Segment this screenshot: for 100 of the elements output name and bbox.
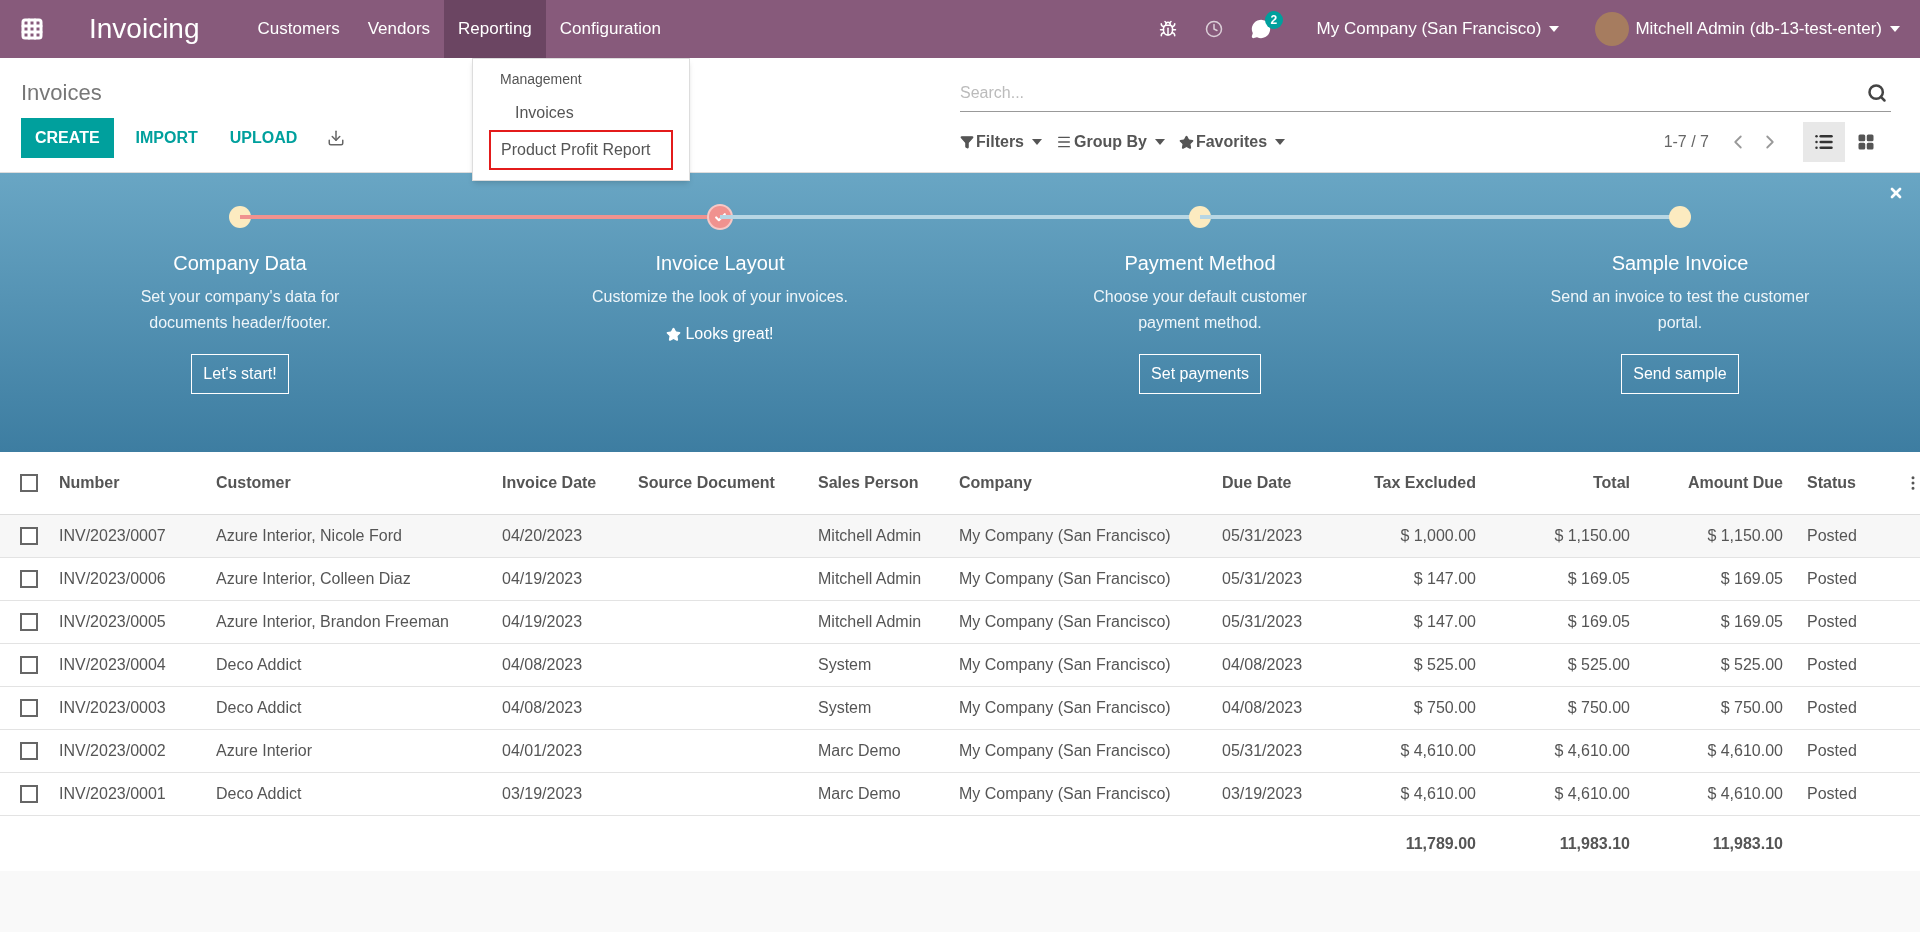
checkbox[interactable] — [20, 656, 38, 674]
table-cell-text: $ 169.05 — [1719, 612, 1784, 632]
checkbox[interactable] — [20, 699, 38, 717]
table-cell-text: Mitchell Admin — [817, 612, 923, 632]
table-cell-text: 04/19/2023 — [501, 612, 584, 632]
column-header[interactable]: Tax Excluded — [1330, 471, 1488, 495]
table-cell-text: Posted — [1806, 784, 1858, 804]
table-cell-text: $ 525.00 — [1719, 655, 1784, 675]
table-cell-text: $ 750.00 — [1566, 698, 1631, 718]
column-header[interactable]: Source Document — [626, 471, 806, 495]
checkbox[interactable] — [20, 785, 38, 803]
table-cell-text: 03/19/2023 — [1221, 784, 1304, 804]
column-header[interactable]: Due Date — [1210, 471, 1330, 495]
step-action-button[interactable]: Send sample — [1621, 354, 1739, 394]
search-filter-toggle[interactable]: Favorites — [1178, 130, 1286, 154]
table-cell-text: $ 4,610.00 — [1706, 784, 1784, 804]
menu-item[interactable]: Customers — [243, 0, 354, 58]
clock-icon[interactable] — [1204, 20, 1223, 38]
column-header[interactable]: Number — [47, 471, 204, 495]
column-total: 11,983.10 — [1558, 833, 1631, 854]
step-title: Payment Method — [1124, 251, 1276, 276]
table-cell-text: My Company (San Francisco) — [958, 698, 1172, 718]
column-total: 11,789.00 — [1404, 833, 1477, 854]
table-cell-text: My Company (San Francisco) — [958, 526, 1172, 546]
list-icon — [1814, 132, 1834, 152]
menu-item[interactable]: Configuration — [545, 0, 675, 58]
column-header[interactable]: Sales Person — [806, 471, 947, 495]
table-cell-text: $ 147.00 — [1412, 612, 1477, 632]
table-cell-text: $ 1,000.00 — [1399, 526, 1477, 546]
dropdown-item[interactable]: Invoices — [473, 98, 689, 128]
bug-icon[interactable] — [1158, 20, 1177, 38]
checkbox[interactable] — [20, 742, 38, 760]
message-count-badge: 2 — [1264, 11, 1284, 29]
search-icon[interactable] — [1867, 83, 1887, 103]
menu-item[interactable]: Vendors — [353, 0, 445, 58]
dropdown-header: Management — [499, 70, 583, 89]
step-description: Choose your default customer payment method. — [1092, 287, 1308, 333]
table-cell-text: $ 4,610.00 — [1706, 741, 1784, 761]
step-action-button[interactable]: Set payments — [1139, 354, 1261, 394]
table-cell-text: $ 147.00 — [1412, 569, 1477, 589]
table-row[interactable]: INV/2023/0007 Azure Interior, Nicole Ford 04/20/2023 Mitchell Admin My Company (San Francisco) 05/31/2023 $ 1,000.00 $ 1,150.00 $ 1,150.00 Posted — [0, 515, 1920, 558]
table-cell-text: My Company (San Francisco) — [958, 655, 1172, 675]
table-cell-text: 05/31/2023 — [1221, 526, 1304, 546]
chat-icon[interactable] — [1250, 19, 1271, 39]
table-cell-text: Posted — [1806, 741, 1858, 761]
search-filter-toggle[interactable]: Group By — [1056, 130, 1165, 154]
table-cell-text: $ 4,610.00 — [1399, 741, 1477, 761]
table-cell-text: INV/2023/0003 — [58, 698, 167, 718]
list-view-button[interactable] — [1803, 122, 1845, 162]
step-description: Send an invoice to test the customer portal. — [1549, 287, 1811, 333]
column-header[interactable]: Status — [1795, 471, 1900, 495]
table-cell-text: $ 169.05 — [1719, 569, 1784, 589]
star-icon — [1178, 134, 1194, 150]
table-cell-text: Deco Addict — [215, 784, 303, 804]
close-icon[interactable] — [1888, 185, 1904, 201]
table-cell-text: Marc Demo — [817, 741, 902, 761]
table-cell-text: INV/2023/0002 — [58, 741, 167, 761]
table-cell-text: 05/31/2023 — [1221, 741, 1304, 761]
checkbox[interactable] — [20, 613, 38, 631]
table-cell-text: System — [817, 698, 873, 718]
table-cell-text: My Company (San Francisco) — [958, 569, 1172, 589]
company-switcher[interactable]: My Company (San Francisco) — [1316, 16, 1560, 42]
pager-value: 1-7 / 7 — [1663, 132, 1709, 152]
checkbox[interactable] — [20, 527, 38, 545]
user-avatar — [1595, 12, 1630, 46]
table-cell-text: Mitchell Admin — [817, 526, 923, 546]
search-field[interactable]: Search... — [960, 74, 1891, 112]
grid-icon — [1857, 133, 1875, 151]
table-cell-text: 05/31/2023 — [1221, 569, 1304, 589]
table-cell-text: My Company (San Francisco) — [958, 612, 1172, 632]
step-title: Invoice Layout — [655, 251, 785, 276]
table-cell-text: INV/2023/0006 — [58, 569, 167, 589]
table-cell-text: 04/08/2023 — [501, 698, 584, 718]
table-cell-text: Deco Addict — [215, 655, 303, 675]
checkbox[interactable] — [20, 570, 38, 588]
user-menu[interactable]: Mitchell Admin (db-13-test-enter) — [1635, 16, 1900, 42]
checkbox[interactable] — [20, 474, 38, 492]
menu-item[interactable]: Reporting — [444, 0, 546, 58]
search-filter-toggle[interactable]: Filters — [960, 130, 1042, 154]
column-header[interactable]: Total — [1488, 471, 1642, 495]
download-icon[interactable] — [327, 129, 346, 147]
table-cell-text: $ 750.00 — [1412, 698, 1477, 718]
column-header[interactable]: Company — [947, 471, 1210, 495]
column-header[interactable]: Invoice Date — [490, 471, 626, 495]
table-cell-text: Posted — [1806, 526, 1858, 546]
table-cell-text: Azure Interior, Brandon Freeman — [215, 612, 450, 632]
table-cell-text: My Company (San Francisco) — [958, 741, 1172, 761]
column-header[interactable]: Customer — [204, 471, 490, 495]
table-cell-text: System — [817, 655, 873, 675]
step-action-button[interactable]: Let's start! — [191, 354, 289, 394]
table-cell-text: 04/08/2023 — [501, 655, 584, 675]
caret-icon — [1275, 139, 1286, 145]
app-title: Invoicing — [89, 12, 200, 46]
table-cell-text: INV/2023/0001 — [58, 784, 167, 804]
step-title: Sample Invoice — [1611, 251, 1749, 276]
table-cell-text: $ 169.05 — [1566, 612, 1631, 632]
table-cell-text: INV/2023/0005 — [58, 612, 167, 632]
apps-menu-icon[interactable] — [20, 17, 44, 41]
dropdown-item[interactable]: Product Profit Report — [489, 130, 673, 170]
column-header[interactable]: Amount Due — [1642, 471, 1795, 495]
